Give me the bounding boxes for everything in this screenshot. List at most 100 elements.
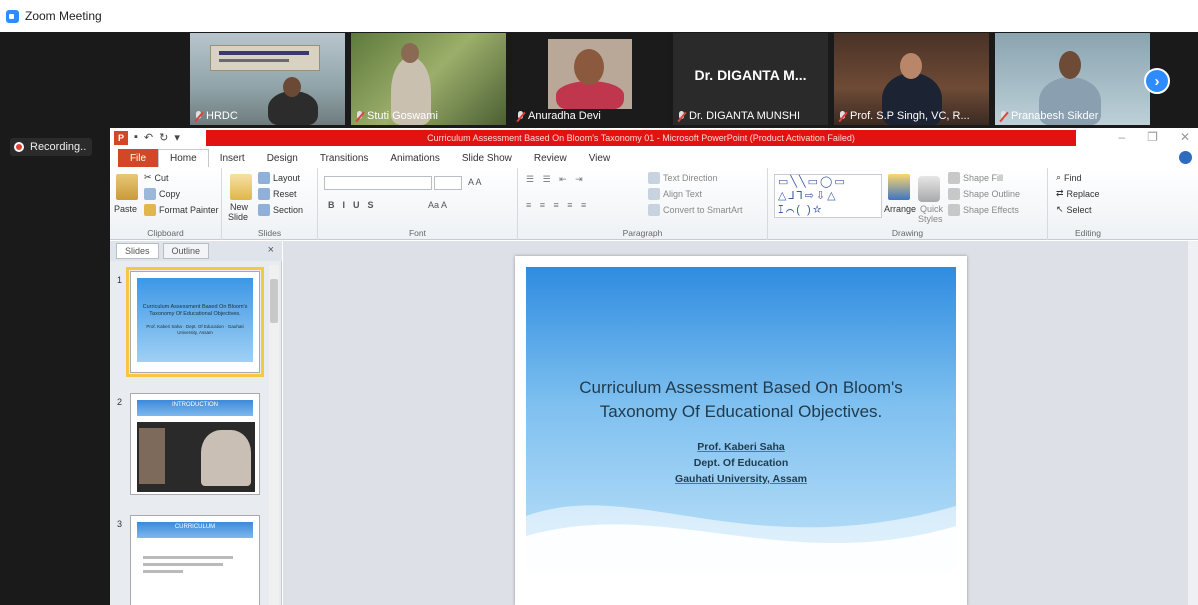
list-buttons[interactable]: ☰ ☰ ⇤ ⇥ (526, 174, 586, 185)
participant-name: Prof. S.P Singh, VC, R... (838, 110, 970, 122)
reset-button[interactable]: Reset (258, 188, 297, 200)
redo-icon[interactable]: ↻ (159, 131, 168, 145)
new-slide-button-line1[interactable]: New (230, 202, 248, 212)
participant-tile-pranabesh[interactable]: Pranabesh Sikder (995, 33, 1150, 125)
participant-tile-text: Dr. DIGANTA M... (694, 67, 807, 83)
cut-button[interactable]: ✂ Cut (144, 172, 169, 183)
participant-tile-hrdc[interactable]: HRDC (190, 33, 345, 125)
group-paragraph: ☰ ☰ ⇤ ⇥ ≡ ≡ ≡ ≡ ≡ Text Direction Align T… (518, 168, 768, 240)
scissors-icon: ✂ (144, 172, 152, 182)
quick-styles-icon[interactable] (918, 176, 940, 202)
participant-name: Stuti Goswami (355, 110, 438, 122)
slide-thumbnail-3[interactable]: CURRICULUM (130, 515, 260, 605)
university: Gauhati University, Assam (675, 473, 807, 485)
thumbnail-title: Curriculum Assessment Based On Bloom's T… (142, 304, 248, 317)
align-buttons[interactable]: ≡ ≡ ≡ ≡ ≡ (526, 200, 589, 210)
group-drawing: ▭╲╲▭◯▭ △⅃⅂⇨⇩△ ꕯ⌒( )☆ Arrange Quick Styles … (768, 168, 1048, 240)
slide-thumbnail-1[interactable]: Curriculum Assessment Based On Bloom's T… (126, 267, 264, 377)
tab-outline[interactable]: Outline (162, 243, 210, 259)
slide-title[interactable]: Curriculum Assessment Based On Bloom's T… (535, 376, 947, 424)
tab-slides[interactable]: Slides (116, 243, 159, 259)
tab-review[interactable]: Review (523, 149, 578, 167)
participant-name: Anuradha Devi (516, 110, 601, 122)
layout-button[interactable]: Layout (258, 172, 300, 184)
new-slide-icon[interactable] (230, 174, 252, 200)
close-icon[interactable]: ✕ (1180, 130, 1190, 144)
tab-insert[interactable]: Insert (209, 149, 256, 167)
convert-smartart-button[interactable]: Convert to SmartArt (648, 204, 743, 216)
font-color-button[interactable]: Aa A (428, 200, 447, 210)
quick-styles-line2[interactable]: Styles (918, 214, 943, 224)
powerpoint-logo-icon[interactable]: P (114, 131, 128, 145)
find-button[interactable]: ⌕ Find (1056, 172, 1082, 183)
participant-name: Dr. DIGANTA MUNSHI (677, 110, 800, 122)
shapes-gallery[interactable]: ▭╲╲▭◯▭ △⅃⅂⇨⇩△ ꕯ⌒( )☆ (774, 174, 882, 218)
pane-scrollbar[interactable] (269, 265, 279, 605)
section-button[interactable]: Section (258, 204, 303, 216)
tab-transitions[interactable]: Transitions (309, 149, 380, 167)
chevron-right-icon[interactable]: › (1144, 68, 1170, 94)
ppt-titlebar: P ▪ ↶ ↻ ▾ Curriculum Assessment Based On… (110, 128, 1198, 148)
screen: Zoom Meeting HRDC Stuti Goswami Anuradha… (0, 0, 1198, 605)
slide-subtitle[interactable]: Prof. Kaberi Saha Dept. Of Education Gau… (535, 439, 947, 487)
muted-mic-icon (838, 110, 847, 122)
paint-bucket-icon (948, 172, 960, 184)
font-grow-shrink[interactable]: A A (468, 177, 482, 187)
font-family-select[interactable] (324, 176, 432, 190)
tab-design[interactable]: Design (256, 149, 309, 167)
quick-styles-line1[interactable]: Quick (920, 204, 943, 214)
copy-button[interactable]: Copy (144, 188, 180, 200)
participant-name: HRDC (194, 110, 238, 122)
align-text-button[interactable]: Align Text (648, 188, 702, 200)
tab-home[interactable]: Home (158, 149, 209, 167)
department: Dept. Of Education (693, 457, 789, 469)
arrange-button[interactable]: Arrange (884, 204, 916, 214)
tab-file[interactable]: File (118, 149, 158, 167)
banner (210, 45, 320, 71)
person-head (900, 53, 922, 79)
replace-button[interactable]: ⇄ Replace (1056, 188, 1100, 199)
format-painter-button[interactable]: Format Painter (144, 204, 219, 216)
group-label: Editing (1075, 228, 1101, 238)
minimize-icon[interactable]: – (1118, 130, 1125, 144)
select-button[interactable]: ↖ Select (1056, 204, 1092, 215)
participant-tile-stuti[interactable]: Stuti Goswami (351, 33, 506, 125)
participant-tile-diganta[interactable]: Dr. DIGANTA M... Dr. DIGANTA MUNSHI (673, 33, 828, 125)
tab-view[interactable]: View (578, 149, 622, 167)
participant-tile-sp-singh[interactable]: Prof. S.P Singh, VC, R... (834, 33, 989, 125)
current-slide[interactable]: Curriculum Assessment Based On Bloom's T… (515, 256, 967, 605)
powerpoint-window: P ▪ ↶ ↻ ▾ Curriculum Assessment Based On… (110, 128, 1198, 605)
layout-icon (258, 172, 270, 184)
customize-qat-icon[interactable]: ▾ (174, 131, 180, 145)
font-format-buttons[interactable]: BIUS (328, 200, 382, 210)
help-icon[interactable] (1179, 151, 1192, 164)
record-icon (14, 142, 24, 152)
thumbnail-heading: CURRICULUM (174, 524, 216, 530)
ppt-title: Curriculum Assessment Based On Bloom's T… (206, 130, 1076, 146)
new-slide-button-line2[interactable]: Slide (228, 212, 248, 222)
tab-slide-show[interactable]: Slide Show (451, 149, 523, 167)
save-icon[interactable]: ▪ (134, 131, 138, 145)
editor-scrollbar[interactable] (1188, 241, 1198, 605)
photo (201, 430, 251, 486)
recording-indicator[interactable]: Recording.. (10, 138, 93, 156)
paste-button[interactable]: Paste (114, 204, 137, 214)
paste-icon[interactable] (116, 174, 138, 200)
slide-thumbnail-2[interactable]: INTRODUCTION (130, 393, 260, 495)
participant-tile-anuradha[interactable]: Anuradha Devi (512, 33, 667, 125)
restore-icon[interactable]: ❐ (1147, 130, 1158, 144)
person-head (401, 43, 419, 63)
shape-fill-button[interactable]: Shape Fill (948, 172, 1003, 184)
close-icon[interactable]: × (268, 244, 274, 256)
shape-effects-button[interactable]: Shape Effects (948, 204, 1019, 216)
group-label: Paragraph (622, 228, 663, 238)
ribbon: Paste ✂ Cut Copy Format Painter Clipboard… (110, 168, 1198, 240)
tab-animations[interactable]: Animations (379, 149, 450, 167)
shape-outline-button[interactable]: Shape Outline (948, 188, 1020, 200)
text-direction-button[interactable]: Text Direction (648, 172, 718, 184)
window-title: Zoom Meeting (25, 9, 102, 23)
undo-icon[interactable]: ↶ (144, 131, 153, 145)
font-size-select[interactable] (434, 176, 462, 190)
replace-icon: ⇄ (1056, 188, 1064, 198)
arrange-icon[interactable] (888, 174, 910, 200)
